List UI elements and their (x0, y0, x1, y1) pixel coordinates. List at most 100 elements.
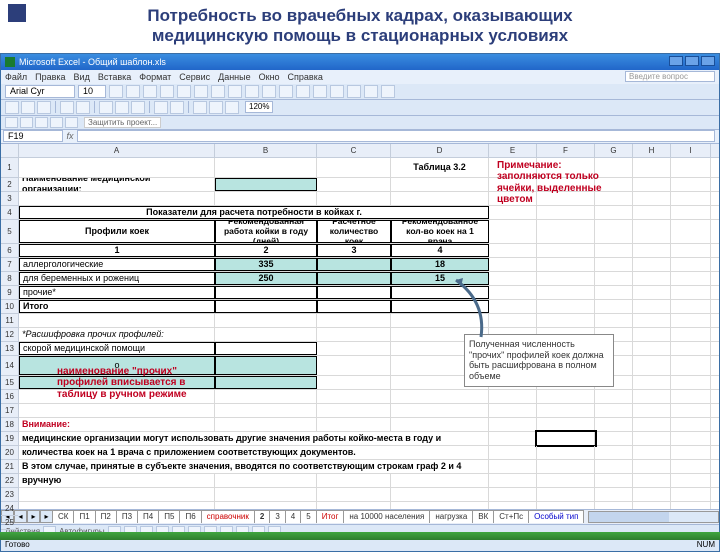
status-ready: Готово (5, 540, 30, 549)
protect-icon[interactable] (35, 117, 48, 128)
key-icon[interactable] (65, 117, 78, 128)
inc-decimal-button[interactable] (279, 85, 293, 98)
tab-p2[interactable]: П2 (95, 510, 117, 523)
align-left-button[interactable] (160, 85, 174, 98)
tab-4[interactable]: 4 (285, 510, 301, 523)
protection-toolbar: Защитить проект... (1, 116, 719, 130)
font-size-combo[interactable]: 10 (78, 85, 106, 98)
bold-button[interactable] (109, 85, 123, 98)
print-button[interactable] (60, 101, 74, 114)
tab-5[interactable]: 5 (300, 510, 316, 523)
note-fill-colored: Примечание: заполняются только ячейки, в… (497, 160, 617, 206)
tab-itog[interactable]: Итог (316, 510, 345, 523)
tab-3[interactable]: 3 (269, 510, 285, 523)
menu-edit[interactable]: Правка (35, 72, 65, 82)
colnum-4: 4 (391, 244, 489, 257)
comma-button[interactable] (262, 85, 276, 98)
column-headers[interactable]: ABCD EFGHI (19, 144, 719, 158)
val-allergo-d[interactable]: 18 (391, 258, 489, 271)
chart-button[interactable] (225, 101, 239, 114)
tab-2[interactable]: 2 (254, 510, 270, 523)
sheet-tabs: ◂◂▸▸ СК П1 П2 П3 П4 П5 П6 справочник 2 3… (1, 509, 719, 524)
paste-button[interactable] (131, 101, 145, 114)
arrow-icon (451, 272, 491, 342)
font-color-button[interactable] (381, 85, 395, 98)
name-box[interactable]: F19 (3, 130, 63, 142)
tab-p5[interactable]: П5 (158, 510, 180, 523)
copy-button[interactable] (115, 101, 129, 114)
tab-10000[interactable]: на 10000 населения (343, 510, 430, 523)
fill-color-button[interactable] (364, 85, 378, 98)
tab-spravochnik[interactable]: справочник (201, 510, 255, 523)
table-number: Таблица 3.2 (391, 158, 489, 177)
tab-sk[interactable]: СК (52, 510, 74, 523)
unlock-icon[interactable] (20, 117, 33, 128)
tab-vk[interactable]: ВК (472, 510, 494, 523)
menu-format[interactable]: Формат (139, 72, 171, 82)
new-button[interactable] (5, 101, 19, 114)
align-center-button[interactable] (177, 85, 191, 98)
val-berem-c[interactable] (317, 272, 391, 285)
slide-corner-deco (8, 4, 26, 22)
borders-button[interactable] (347, 85, 361, 98)
tab-osobyi[interactable]: Особый тип (528, 510, 584, 523)
active-cell-f19[interactable] (537, 432, 595, 445)
val-allergo-b[interactable]: 335 (215, 258, 317, 271)
titlebar[interactable]: Microsoft Excel - Общий шаблон.xls (1, 54, 719, 70)
worksheet-grid[interactable]: 1234 567891011 12131415161718 1920212223… (1, 144, 719, 509)
warn-label: Внимание: (19, 418, 215, 431)
row-skoroi: скорой медицинской помощи (19, 342, 215, 355)
val-berem-b[interactable]: 250 (215, 272, 317, 285)
menu-file[interactable]: Файл (5, 72, 27, 82)
lock-icon[interactable] (5, 117, 18, 128)
tab-nagruzka[interactable]: нагрузка (429, 510, 473, 523)
tab-stps[interactable]: Ст+Пс (493, 510, 529, 523)
hscrollbar[interactable] (588, 511, 719, 523)
redo-button[interactable] (170, 101, 184, 114)
sort-asc-button[interactable] (193, 101, 207, 114)
percent-button[interactable] (245, 85, 259, 98)
window-title: Microsoft Excel - Общий шаблон.xls (19, 57, 166, 67)
menubar: Файл Правка Вид Вставка Формат Сервис Да… (1, 70, 719, 84)
os-taskbar[interactable] (0, 532, 720, 540)
dec-indent-button[interactable] (313, 85, 327, 98)
currency-button[interactable] (228, 85, 242, 98)
tab-p3[interactable]: П3 (116, 510, 138, 523)
menu-help[interactable]: Справка (288, 72, 323, 82)
protect-project-label[interactable]: Защитить проект... (84, 117, 161, 128)
ask-question-input[interactable]: Введите вопрос (625, 71, 715, 82)
undo-button[interactable] (154, 101, 168, 114)
inc-indent-button[interactable] (330, 85, 344, 98)
shield-icon[interactable] (50, 117, 63, 128)
menu-insert[interactable]: Вставка (98, 72, 131, 82)
tab-p1[interactable]: П1 (73, 510, 95, 523)
menu-window[interactable]: Окно (259, 72, 280, 82)
warn-text4: вручную (19, 474, 215, 487)
open-button[interactable] (21, 101, 35, 114)
zoom-combo[interactable]: 120% (245, 101, 273, 113)
sort-desc-button[interactable] (209, 101, 223, 114)
menu-view[interactable]: Вид (74, 72, 90, 82)
tab-p6[interactable]: П6 (179, 510, 201, 523)
formatting-toolbar: Arial Cyr 10 (1, 84, 719, 100)
org-name-input[interactable] (215, 178, 317, 191)
cut-button[interactable] (99, 101, 113, 114)
align-right-button[interactable] (194, 85, 208, 98)
merge-button[interactable] (211, 85, 225, 98)
dec-decimal-button[interactable] (296, 85, 310, 98)
excel-icon (5, 57, 15, 67)
window-controls[interactable] (667, 56, 715, 68)
val-allergo-c[interactable] (317, 258, 391, 271)
fx-icon[interactable]: fx (63, 131, 77, 141)
preview-button[interactable] (76, 101, 90, 114)
underline-button[interactable] (143, 85, 157, 98)
row-headers[interactable]: 1234 567891011 12131415161718 1920212223… (1, 144, 19, 509)
menu-data[interactable]: Данные (218, 72, 251, 82)
formula-input[interactable] (77, 130, 715, 142)
italic-button[interactable] (126, 85, 140, 98)
menu-tools[interactable]: Сервис (179, 72, 210, 82)
save-button[interactable] (37, 101, 51, 114)
tab-p4[interactable]: П4 (137, 510, 159, 523)
font-family-combo[interactable]: Arial Cyr (5, 85, 75, 98)
warn-text3: В этом случае, принятые в субъекте значе… (19, 460, 489, 473)
